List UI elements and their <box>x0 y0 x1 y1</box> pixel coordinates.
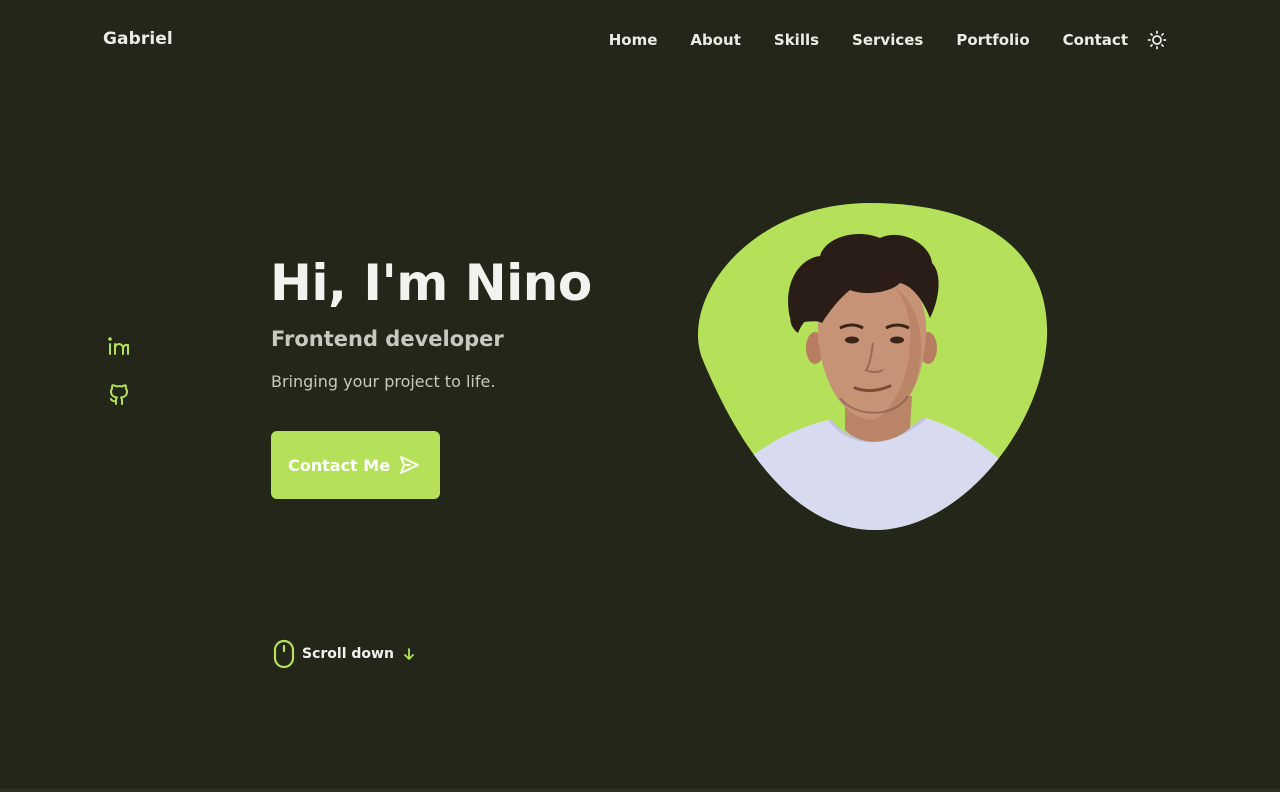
github-icon[interactable] <box>106 382 132 408</box>
hero-description: Bringing your project to life. <box>271 372 496 391</box>
nav-link-home[interactable]: Home <box>609 31 658 49</box>
arrow-down-icon <box>402 647 416 661</box>
nav-link-contact[interactable]: Contact <box>1063 31 1128 49</box>
header: Gabriel Home About Skills Services Portf… <box>0 0 1280 80</box>
nav-link-services[interactable]: Services <box>852 31 923 49</box>
nav-link-skills[interactable]: Skills <box>774 31 819 49</box>
logo[interactable]: Gabriel <box>103 29 173 49</box>
mouse-icon <box>273 639 295 669</box>
social-links <box>106 333 132 431</box>
profile-photo <box>690 198 1054 536</box>
send-icon <box>398 454 420 476</box>
linkedin-icon[interactable] <box>106 333 132 359</box>
contact-me-label: Contact Me <box>288 455 391 475</box>
contact-me-button[interactable]: Contact Me <box>271 431 440 499</box>
hero-subtitle: Frontend developer <box>271 327 504 351</box>
nav-link-about[interactable]: About <box>690 31 741 49</box>
sun-icon[interactable] <box>1147 30 1167 50</box>
hero-title: Hi, I'm Nino <box>270 254 592 312</box>
scroll-down-label: Scroll down <box>302 646 394 662</box>
main-nav: Home About Skills Services Portfolio Con… <box>609 22 1167 58</box>
scroll-down-link[interactable]: Scroll down <box>273 639 416 669</box>
page: Gabriel Home About Skills Services Portf… <box>0 0 1280 792</box>
nav-link-portfolio[interactable]: Portfolio <box>956 31 1029 49</box>
